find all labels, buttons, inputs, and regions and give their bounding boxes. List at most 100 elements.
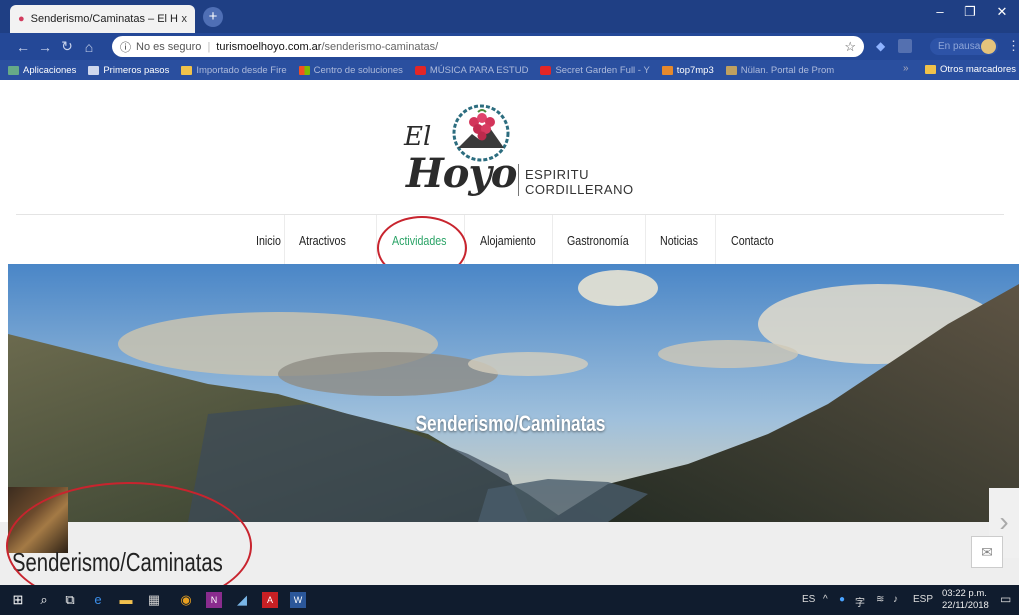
download-icon — [661, 65, 673, 75]
windows-start-icon[interactable]: ⊞ — [10, 592, 26, 608]
clock[interactable]: 03:22 p.m. 22/11/2018 — [942, 588, 989, 612]
avatar — [981, 39, 996, 54]
wifi-icon[interactable]: ≋ — [876, 594, 884, 605]
bookmark-nulan[interactable]: Nülan. Portal de Prom — [725, 64, 835, 76]
nav-gastronomia[interactable]: Gastronomía — [567, 233, 629, 248]
profile-status: En pausa — [938, 41, 981, 52]
profile-button[interactable]: En pausa — [930, 38, 998, 55]
word-icon[interactable]: W — [290, 592, 306, 608]
logo-tagline-2: CORDILLERANO — [525, 182, 634, 197]
bookmark-label: Centro de soluciones — [313, 64, 403, 76]
nav-separator — [376, 215, 377, 264]
clock-date: 22/11/2018 — [942, 600, 989, 611]
nav-separator — [645, 215, 646, 264]
close-window-button[interactable]: ✕ — [987, 4, 1017, 20]
search-icon[interactable]: ⌕ — [36, 592, 52, 608]
edge-icon[interactable]: e — [90, 592, 106, 608]
page-icon — [88, 65, 100, 75]
windows-taskbar: ⊞ ⌕ ⧉ e ▬ ▦ ◉ N ◢ A W ES ^ ● 字 ≋ ♪ ESP 0… — [0, 585, 1019, 615]
forward-arrow-icon[interactable]: → — [34, 39, 56, 55]
bookmark-label: Otros marcadores — [940, 64, 1017, 75]
task-view-icon[interactable]: ⧉ — [62, 592, 78, 608]
bookmark-otros[interactable]: Otros marcadores — [925, 64, 1016, 75]
bookmark-label: Importado desde Fire — [196, 64, 287, 76]
notifications-icon[interactable]: ▭ — [1000, 592, 1011, 606]
reload-icon[interactable]: ↻ — [56, 38, 78, 55]
extension-icon[interactable] — [898, 39, 912, 53]
bookmark-star-icon[interactable]: ☆ — [844, 39, 856, 55]
nav-separator — [715, 215, 716, 264]
logo-el-text: El — [404, 122, 432, 152]
browser-tab-strip: ● Senderismo/Caminatas – El Hoyo x + – ❐… — [0, 0, 1019, 33]
url-domain: turismoelhoyo.com.ar — [216, 40, 322, 53]
nav-alojamiento[interactable]: Alojamiento — [480, 233, 536, 248]
minimize-button[interactable]: – — [925, 4, 955, 19]
nav-separator — [284, 215, 285, 264]
security-label: No es seguro — [136, 40, 202, 53]
nav-inicio[interactable]: Inicio — [256, 233, 281, 248]
bookmark-primeros-pasos[interactable]: Primeros pasos — [88, 65, 169, 76]
bookmark-aplicaciones[interactable]: Aplicaciones — [8, 65, 76, 76]
nav-contacto[interactable]: Contacto — [731, 233, 774, 248]
bookmark-centro-soluciones[interactable]: Centro de soluciones — [298, 64, 403, 76]
tray-app-icon[interactable]: ● — [839, 594, 845, 605]
calculator-icon[interactable]: ▦ — [146, 592, 162, 608]
browser-tab[interactable]: ● Senderismo/Caminatas – El Hoyo x — [10, 5, 195, 33]
file-explorer-icon[interactable]: ▬ — [118, 592, 134, 608]
bookmark-label: Nülan. Portal de Prom — [740, 64, 835, 76]
bookmark-label: MÚSICA PARA ESTUD — [429, 64, 529, 76]
bookmarks-bar: Aplicaciones Primeros pasos Importado de… — [0, 60, 1019, 80]
logo-tagline-1: ESPIRITU — [525, 167, 589, 182]
bookmark-label: Primeros pasos — [103, 64, 170, 76]
new-tab-button[interactable]: + — [203, 7, 223, 27]
raspberry-favicon-icon: ● — [18, 13, 25, 25]
bookmark-secret-garden[interactable]: Secret Garden Full - Y — [540, 64, 650, 76]
clock-time: 03:22 p.m. — [942, 588, 987, 599]
bookmark-label: top7mp3 — [676, 64, 714, 76]
kebab-menu-icon[interactable]: ⋮ — [1007, 38, 1019, 54]
hero-title: Senderismo/Caminatas — [415, 411, 606, 436]
nav-separator — [552, 215, 553, 264]
extension-arrow-icon[interactable]: ◆ — [876, 39, 885, 53]
url-path: /senderismo-caminatas/ — [321, 40, 439, 53]
tray-expand-icon[interactable]: ^ — [823, 594, 828, 605]
main-nav: Inicio Atractivos Actividades Alojamient… — [0, 215, 1019, 264]
youtube-icon — [414, 65, 426, 75]
nav-atractivos[interactable]: Atractivos — [299, 233, 346, 248]
info-icon[interactable]: ⓘ — [120, 39, 131, 55]
onenote-icon[interactable]: N — [206, 592, 222, 608]
nulan-icon — [725, 65, 737, 75]
volume-icon[interactable]: ♪ — [893, 594, 898, 605]
logo-divider — [518, 164, 519, 196]
acrobat-icon[interactable]: A — [262, 592, 278, 608]
bookmark-importado[interactable]: Importado desde Fire — [181, 64, 287, 76]
address-separator: | — [207, 40, 211, 53]
bookmark-musica[interactable]: MÚSICA PARA ESTUD — [414, 64, 529, 76]
folder-icon — [925, 65, 936, 74]
tab-close-icon[interactable]: x — [182, 13, 188, 25]
folder-icon — [181, 65, 193, 75]
windows-logo-icon — [298, 65, 310, 75]
bookmark-label: Secret Garden Full - Y — [555, 64, 650, 76]
bookmark-label: Aplicaciones — [23, 64, 77, 76]
apps-grid-icon — [8, 65, 19, 75]
nav-noticias[interactable]: Noticias — [660, 233, 698, 248]
home-icon[interactable]: ⌂ — [78, 39, 100, 55]
bookmarks-overflow-icon[interactable]: » — [903, 63, 909, 74]
chrome-icon[interactable]: ◉ — [178, 592, 194, 608]
address-bar[interactable]: ⓘ No es seguro | turismoelhoyo.com.ar /s… — [112, 36, 864, 57]
browser-toolbar: ← → ↻ ⌂ ⓘ No es seguro | turismoelhoyo.c… — [0, 33, 1019, 60]
bookmark-top7mp3[interactable]: top7mp3 — [661, 64, 714, 76]
mail-icon[interactable]: ✉ — [971, 536, 1003, 568]
restore-button[interactable]: ❐ — [955, 4, 985, 20]
site-logo[interactable]: El Hoyo ESPIRITU CORDILLERANO — [400, 102, 640, 212]
logo-hoyo-text: Hoyo — [406, 150, 517, 197]
web-page: El Hoyo ESPIRITU CORDILLERANO Inicio Atr… — [0, 80, 1019, 585]
language-indicator[interactable]: ES — [802, 594, 815, 605]
app-icon[interactable]: ◢ — [234, 592, 250, 608]
tab-title: Senderismo/Caminatas – El Hoyo — [30, 13, 178, 25]
youtube-icon — [540, 65, 552, 75]
back-arrow-icon[interactable]: ← — [12, 39, 34, 55]
keyboard-layout[interactable]: ESP — [913, 594, 933, 605]
ime-icon[interactable]: 字 — [855, 594, 865, 609]
